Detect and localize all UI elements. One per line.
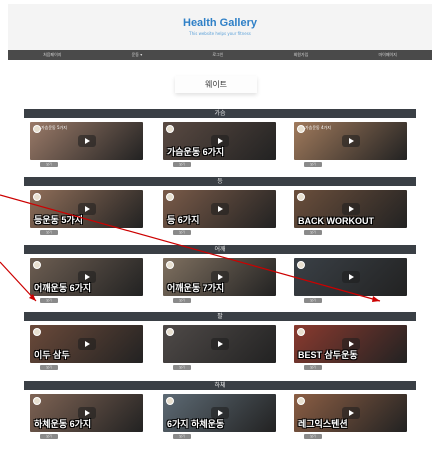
video-thumbnail[interactable]: 어깨운동 7가지 <box>163 258 276 296</box>
video-thumbnail[interactable]: 등 6가지 <box>163 190 276 228</box>
section-header: 팔 <box>24 312 416 321</box>
view-button[interactable]: 보기 <box>40 230 58 235</box>
play-icon[interactable] <box>77 338 96 350</box>
nav-bar: 처음페이지 운동 ▾ 로그인 회원가입 마이페이지 <box>8 50 432 60</box>
view-button[interactable]: 보기 <box>173 434 191 439</box>
video-thumbnail[interactable] <box>294 258 407 296</box>
section-header: 등 <box>24 177 416 186</box>
video-thumbnail[interactable]: BEST 삼두운동 <box>294 325 407 363</box>
nav-item-exercise[interactable]: 운동 ▾ <box>132 52 143 58</box>
channel-avatar <box>33 328 41 336</box>
video-thumbnail[interactable]: 등운동 5가지 <box>30 190 143 228</box>
video-thumbnail[interactable]: 가슴운동 4가지 <box>294 122 407 160</box>
site-title: Health Gallery <box>183 17 257 29</box>
site-header: Health Gallery This website helps your f… <box>8 4 432 50</box>
channel-avatar <box>166 397 174 405</box>
video-thumbnail[interactable]: 가슴운동 5가지 <box>30 122 143 160</box>
view-button[interactable]: 보기 <box>173 162 191 167</box>
view-button[interactable]: 보기 <box>173 365 191 370</box>
view-button[interactable]: 보기 <box>40 298 58 303</box>
video-thumbnail[interactable]: 레그익스텐션 <box>294 394 407 432</box>
section-header: 가슴 <box>24 109 416 118</box>
channel-avatar <box>33 125 41 133</box>
channel-avatar <box>166 125 174 133</box>
thumbnail-caption: 이두 삼두 <box>34 350 70 360</box>
thumbnail-caption: 어깨운동 7가지 <box>167 283 225 293</box>
view-button[interactable]: 보기 <box>40 434 58 439</box>
channel-avatar <box>33 261 41 269</box>
thumbnail-caption: 등 6가지 <box>167 215 200 225</box>
video-thumbnail[interactable]: BACK WORKOUT <box>294 190 407 228</box>
thumbnail-caption: 등운동 5가지 <box>34 215 83 225</box>
thumbnail-caption: 레그익스텐션 <box>298 419 348 429</box>
thumbnail-caption: BACK WORKOUT <box>298 216 374 226</box>
thumbnail-caption: 가슴운동 6가지 <box>167 147 225 157</box>
video-thumbnail[interactable]: 가슴운동 6가지 <box>163 122 276 160</box>
channel-avatar <box>166 261 174 269</box>
channel-avatar <box>33 397 41 405</box>
video-thumbnail[interactable] <box>163 325 276 363</box>
channel-avatar <box>297 397 305 405</box>
annotation-arrowhead <box>372 296 380 302</box>
view-button[interactable]: 보기 <box>304 230 322 235</box>
video-title: 가슴운동 5가지 <box>41 125 67 130</box>
view-button[interactable]: 보기 <box>304 162 322 167</box>
thumbnail-caption: 어깨운동 6가지 <box>34 283 92 293</box>
video-thumbnail[interactable]: 6가지 하체운동 <box>163 394 276 432</box>
play-icon[interactable] <box>210 203 229 215</box>
view-button[interactable]: 보기 <box>40 365 58 370</box>
play-icon[interactable] <box>341 203 360 215</box>
view-button[interactable]: 보기 <box>304 298 322 303</box>
section-header: 어깨 <box>24 245 416 254</box>
view-button[interactable]: 보기 <box>173 298 191 303</box>
channel-avatar <box>166 193 174 201</box>
thumbnail-caption: 하체운동 6가지 <box>34 419 92 429</box>
channel-avatar <box>297 125 305 133</box>
video-title: 가슴운동 4가지 <box>305 125 331 130</box>
nav-item-home[interactable]: 처음페이지 <box>43 52 61 58</box>
page-title-wrap: 웨이트 <box>0 76 432 93</box>
channel-avatar <box>297 328 305 336</box>
view-button[interactable]: 보기 <box>304 365 322 370</box>
play-icon[interactable] <box>341 135 360 147</box>
channel-avatar <box>166 328 174 336</box>
view-button[interactable]: 보기 <box>40 162 58 167</box>
play-icon[interactable] <box>210 338 229 350</box>
site-subtitle: This website helps your fitness <box>189 31 251 36</box>
video-thumbnail[interactable]: 이두 삼두 <box>30 325 143 363</box>
view-button[interactable]: 보기 <box>304 434 322 439</box>
nav-item-login[interactable]: 로그인 <box>212 52 223 58</box>
video-thumbnail[interactable]: 하체운동 6가지 <box>30 394 143 432</box>
view-button[interactable]: 보기 <box>173 230 191 235</box>
video-thumbnail[interactable]: 어깨운동 6가지 <box>30 258 143 296</box>
channel-avatar <box>297 193 305 201</box>
channel-avatar <box>297 261 305 269</box>
nav-item-signup[interactable]: 회원가입 <box>294 52 309 58</box>
thumbnail-caption: BEST 삼두운동 <box>298 350 358 360</box>
section-header: 하체 <box>24 381 416 390</box>
nav-item-mypage[interactable]: 마이페이지 <box>378 52 396 58</box>
channel-avatar <box>33 193 41 201</box>
play-icon[interactable] <box>341 271 360 283</box>
play-icon[interactable] <box>77 135 96 147</box>
page-title: 웨이트 <box>174 76 258 93</box>
thumbnail-caption: 6가지 하체운동 <box>167 419 225 429</box>
